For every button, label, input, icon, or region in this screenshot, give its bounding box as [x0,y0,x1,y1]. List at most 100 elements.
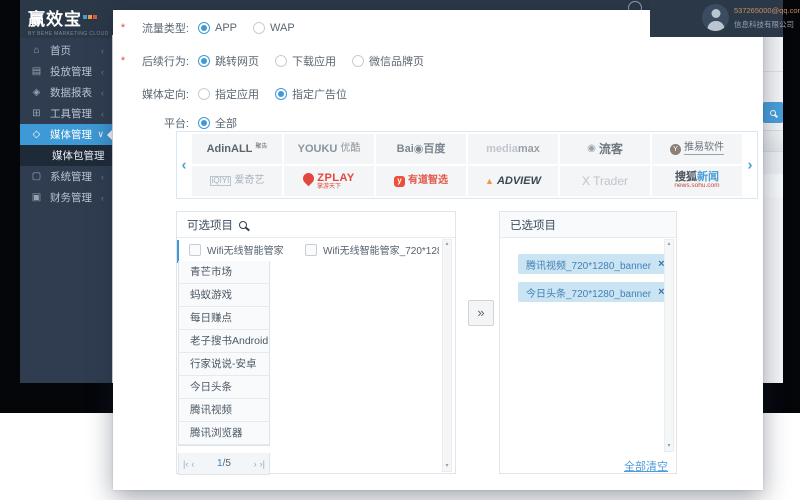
available-panel-title: 可选项目 [187,217,233,233]
search-icon[interactable] [239,221,247,229]
user-email: 537265000@qq.com [734,6,800,15]
sidebar-item-reports[interactable]: ◈数据报表‹ [20,82,112,103]
page-indicator: 1/5 [197,458,250,469]
list-item[interactable]: 行家说说-安卓 [179,353,269,376]
sidebar-item-media[interactable]: ◇媒体管理∨ [20,124,112,145]
sidebar-item-label: 首页 [50,43,101,58]
page-search-button[interactable] [763,102,783,123]
scrollbar[interactable]: ▴ ▾ [442,239,452,472]
selected-tag[interactable]: 今日头条_720*1280_banner× [518,282,673,302]
selected-tag-list: 腾讯视频_720*1280_banner× 今日头条_720*1280_banne… [500,212,676,473]
sidebar-menu: ⌂首页‹▤投放管理‹◈数据报表‹⊞工具管理‹◇媒体管理∨媒体包管理▢系统管理‹▣… [20,38,112,208]
form-row-1: *流量类型: APP WAP [119,20,311,36]
radio-label: 跳转网页 [215,53,259,69]
media-logo-sohu[interactable]: 搜狐新闻news.sohu.com [652,166,742,196]
radio-option[interactable]: 跳转网页 [198,53,259,69]
brand-logo: 赢效宝 BY BEHE MARKETING CLOUD [20,0,112,38]
radio-icon [198,55,210,67]
sidebar-item-tools[interactable]: ⊞工具管理‹ [20,103,112,124]
radio-option[interactable]: 下载应用 [275,53,336,69]
media-logo-tuiyi[interactable]: Y推易软件 [652,134,742,164]
sidebar-item-media-package[interactable]: 媒体包管理 [20,145,112,166]
clear-all-link[interactable]: 全部清空 [624,458,668,474]
media-logo-adview[interactable]: ▲ADVIEW [468,166,558,196]
reports-icon: ◈ [30,87,43,98]
list-item[interactable]: 老子搜书Android... [179,330,269,353]
radio-option[interactable]: 指定应用 [198,86,259,102]
selected-tag[interactable]: 腾讯视频_720*1280_banner× [518,254,673,274]
user-info[interactable]: 537265000@qq.com 信息科技有限公司 [650,0,783,37]
media-package-dialog: *流量类型:APPWAP*后续行为:跳转网页下载应用微信品牌页媒体定向:指定应用… [113,10,763,490]
checkbox-icon[interactable] [189,244,201,256]
list-item[interactable]: 蚂蚁游戏 [179,284,269,307]
search-icon [770,110,776,116]
media-logo-youku[interactable]: YOUKU优酷 [284,134,374,164]
radio-option[interactable]: WAP [253,22,295,34]
media-logo-liuke[interactable]: ◉流客 [560,134,650,164]
sidebar-item-label: 媒体管理 [50,127,97,142]
media-logo-xtrader[interactable]: X Trader [560,166,650,196]
media-logo-adinall[interactable]: AdinALL聚告 [192,134,282,164]
finance-icon: ▣ [30,192,43,203]
sidebar-item-home[interactable]: ⌂首页‹ [20,40,112,61]
available-panel: 可选项目 Wifi无线智能管家Wifi无线智能管家_720*1280_b... … [176,211,456,474]
form-label: 后续行为: [127,53,189,69]
scroll-up-icon[interactable]: ▴ [445,240,448,249]
scrollbar[interactable]: ▴ ▾ [664,239,674,452]
chevron-icon: ‹ [101,109,104,119]
available-option[interactable]: Wifi无线智能管家_720*1280_b... [305,242,439,257]
sidebar-item-delivery[interactable]: ▤投放管理‹ [20,61,112,82]
page-next-button[interactable]: › [254,459,257,469]
list-item[interactable]: 腾讯浏览器 [179,422,269,445]
avatar [702,4,729,31]
carousel-next-icon[interactable]: › [743,157,757,174]
radio-label: WAP [270,22,295,34]
page-prev-button[interactable]: ‹ [191,459,194,469]
media-logo-baidu[interactable]: Bai◉百度 [376,134,466,164]
checkbox-icon[interactable] [305,244,317,256]
sidebar-item-label: 系统管理 [50,169,101,184]
media-logo-zplay[interactable]: ZPLAY掌游天下 [284,166,374,196]
page-first-button[interactable]: |‹ [183,459,188,469]
radio-option[interactable]: 指定广告位 [275,86,347,102]
form-label: 平台: [127,115,189,131]
scroll-down-icon[interactable]: ▾ [667,442,670,451]
radio-label: 指定广告位 [292,86,347,102]
available-option[interactable]: Wifi无线智能管家 [189,242,293,257]
required-mark: * [119,55,127,67]
form-row-2: *后续行为: 跳转网页下载应用微信品牌页 [119,53,440,69]
sidebar-item-system[interactable]: ▢系统管理‹ [20,166,112,187]
available-checkbox-row: Wifi无线智能管家 Wifi无线智能管家_720*1280_b... [177,238,439,261]
radio-option[interactable]: 全部 [198,115,237,131]
radio-icon [198,88,210,100]
media-logo-iqiyi[interactable]: iQIYI爱奇艺 [192,166,282,196]
chevron-icon: ‹ [101,172,104,182]
carousel-prev-icon[interactable]: ‹ [177,157,191,174]
sidebar: 赢效宝 BY BEHE MARKETING CLOUD ⌂首页‹▤投放管理‹◈数… [20,0,112,383]
page-last-button[interactable]: ›| [260,459,265,469]
media-logo-youdao[interactable]: y有道智选 [376,166,466,196]
list-item[interactable]: 腾讯视频 [179,399,269,422]
brand-title: 赢效宝 [28,10,82,29]
brand-subtitle: BY BEHE MARKETING CLOUD [28,31,112,37]
list-item[interactable]: 青芒市场 [179,261,269,284]
user-company: 信息科技有限公司 [734,19,800,30]
form-label: 媒体定向: [127,86,189,102]
available-panel-header: 可选项目 [177,212,455,238]
scroll-down-icon[interactable]: ▾ [445,462,448,471]
list-item[interactable]: 今日头条 [179,376,269,399]
chevron-icon: ‹ [101,67,104,77]
sidebar-item-finance[interactable]: ▣财务管理‹ [20,187,112,208]
required-mark: * [119,22,127,34]
checkbox-label: Wifi无线智能管家 [207,242,284,257]
list-item[interactable]: 每日赚点 [179,307,269,330]
available-list: 青芒市场蚂蚁游戏每日赚点老子搜书Android...行家说说-安卓今日头条腾讯视… [178,261,270,446]
transfer-button[interactable]: » [468,300,494,326]
chevron-icon: ‹ [101,193,104,203]
radio-option[interactable]: 微信品牌页 [352,53,424,69]
radio-label: 指定应用 [215,86,259,102]
scroll-up-icon[interactable]: ▴ [667,240,670,249]
radio-option[interactable]: APP [198,22,237,34]
media-logo-mediamax[interactable]: mediamax [468,134,558,164]
form-label: 流量类型: [127,20,189,36]
